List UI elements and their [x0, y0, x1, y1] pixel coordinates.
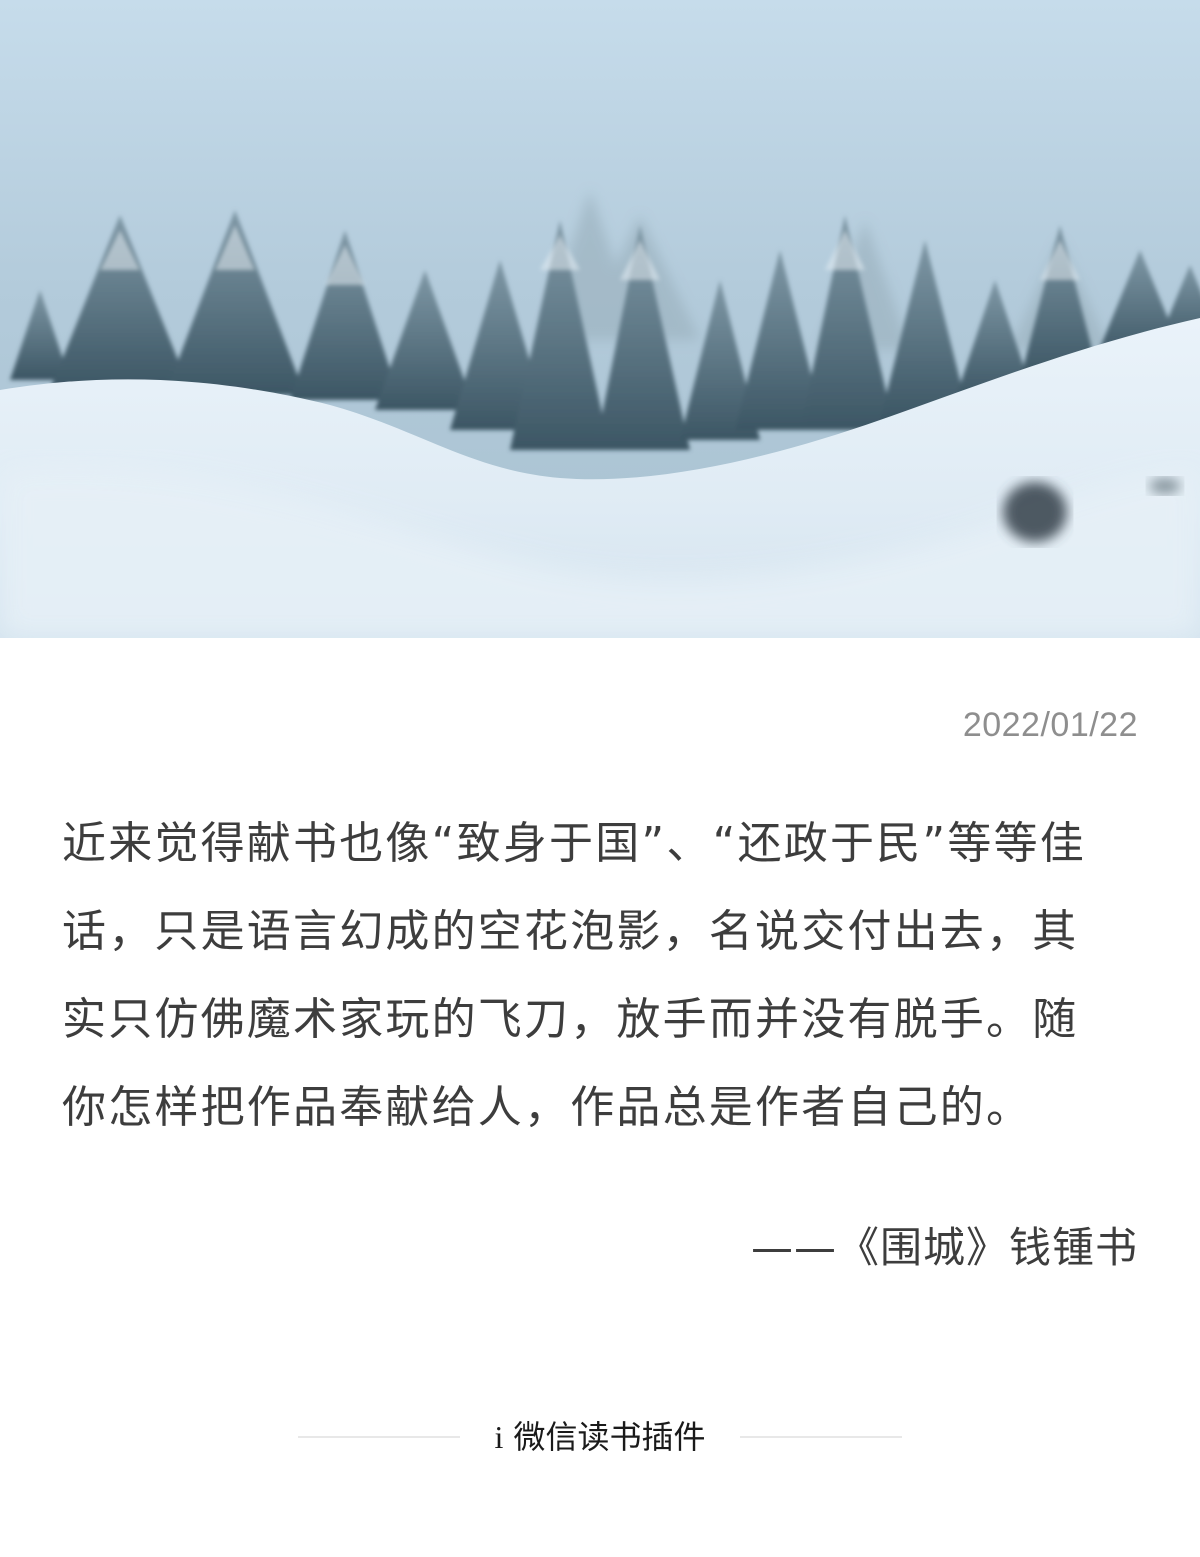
quote-text: 近来觉得献书也像“致身于国”、“还政于民”等等佳 话，只是语言幻成的空花泡影，名… [62, 800, 1140, 1152]
quote-line: 话，只是语言幻成的空花泡影，名说交付出去，其 [62, 906, 1079, 957]
footer-divider-right [740, 1436, 902, 1438]
footer-brand: i 微信读书插件 [478, 1412, 722, 1462]
snowy-forest-photo [0, 0, 1200, 638]
cover-image [0, 0, 1200, 638]
quote-line: 你怎样把作品奉献给人，作品总是作者自己的。 [62, 1082, 1033, 1133]
weread-logo-icon: i [494, 1419, 504, 1455]
quote-attribution: ——《围城》钱锺书 [750, 1223, 1138, 1272]
quote-line: 实只仿佛魔术家玩的飞刀，放手而并没有脱手。随 [62, 994, 1079, 1045]
footer-divider-left [298, 1436, 460, 1438]
post-date: 2022/01/22 [962, 706, 1138, 744]
quote-line: 近来觉得献书也像“致身于国”、“还政于民”等等佳 [62, 818, 1086, 869]
footer: i 微信读书插件 [0, 1412, 1200, 1462]
footer-brand-label: 微信读书插件 [513, 1418, 706, 1456]
